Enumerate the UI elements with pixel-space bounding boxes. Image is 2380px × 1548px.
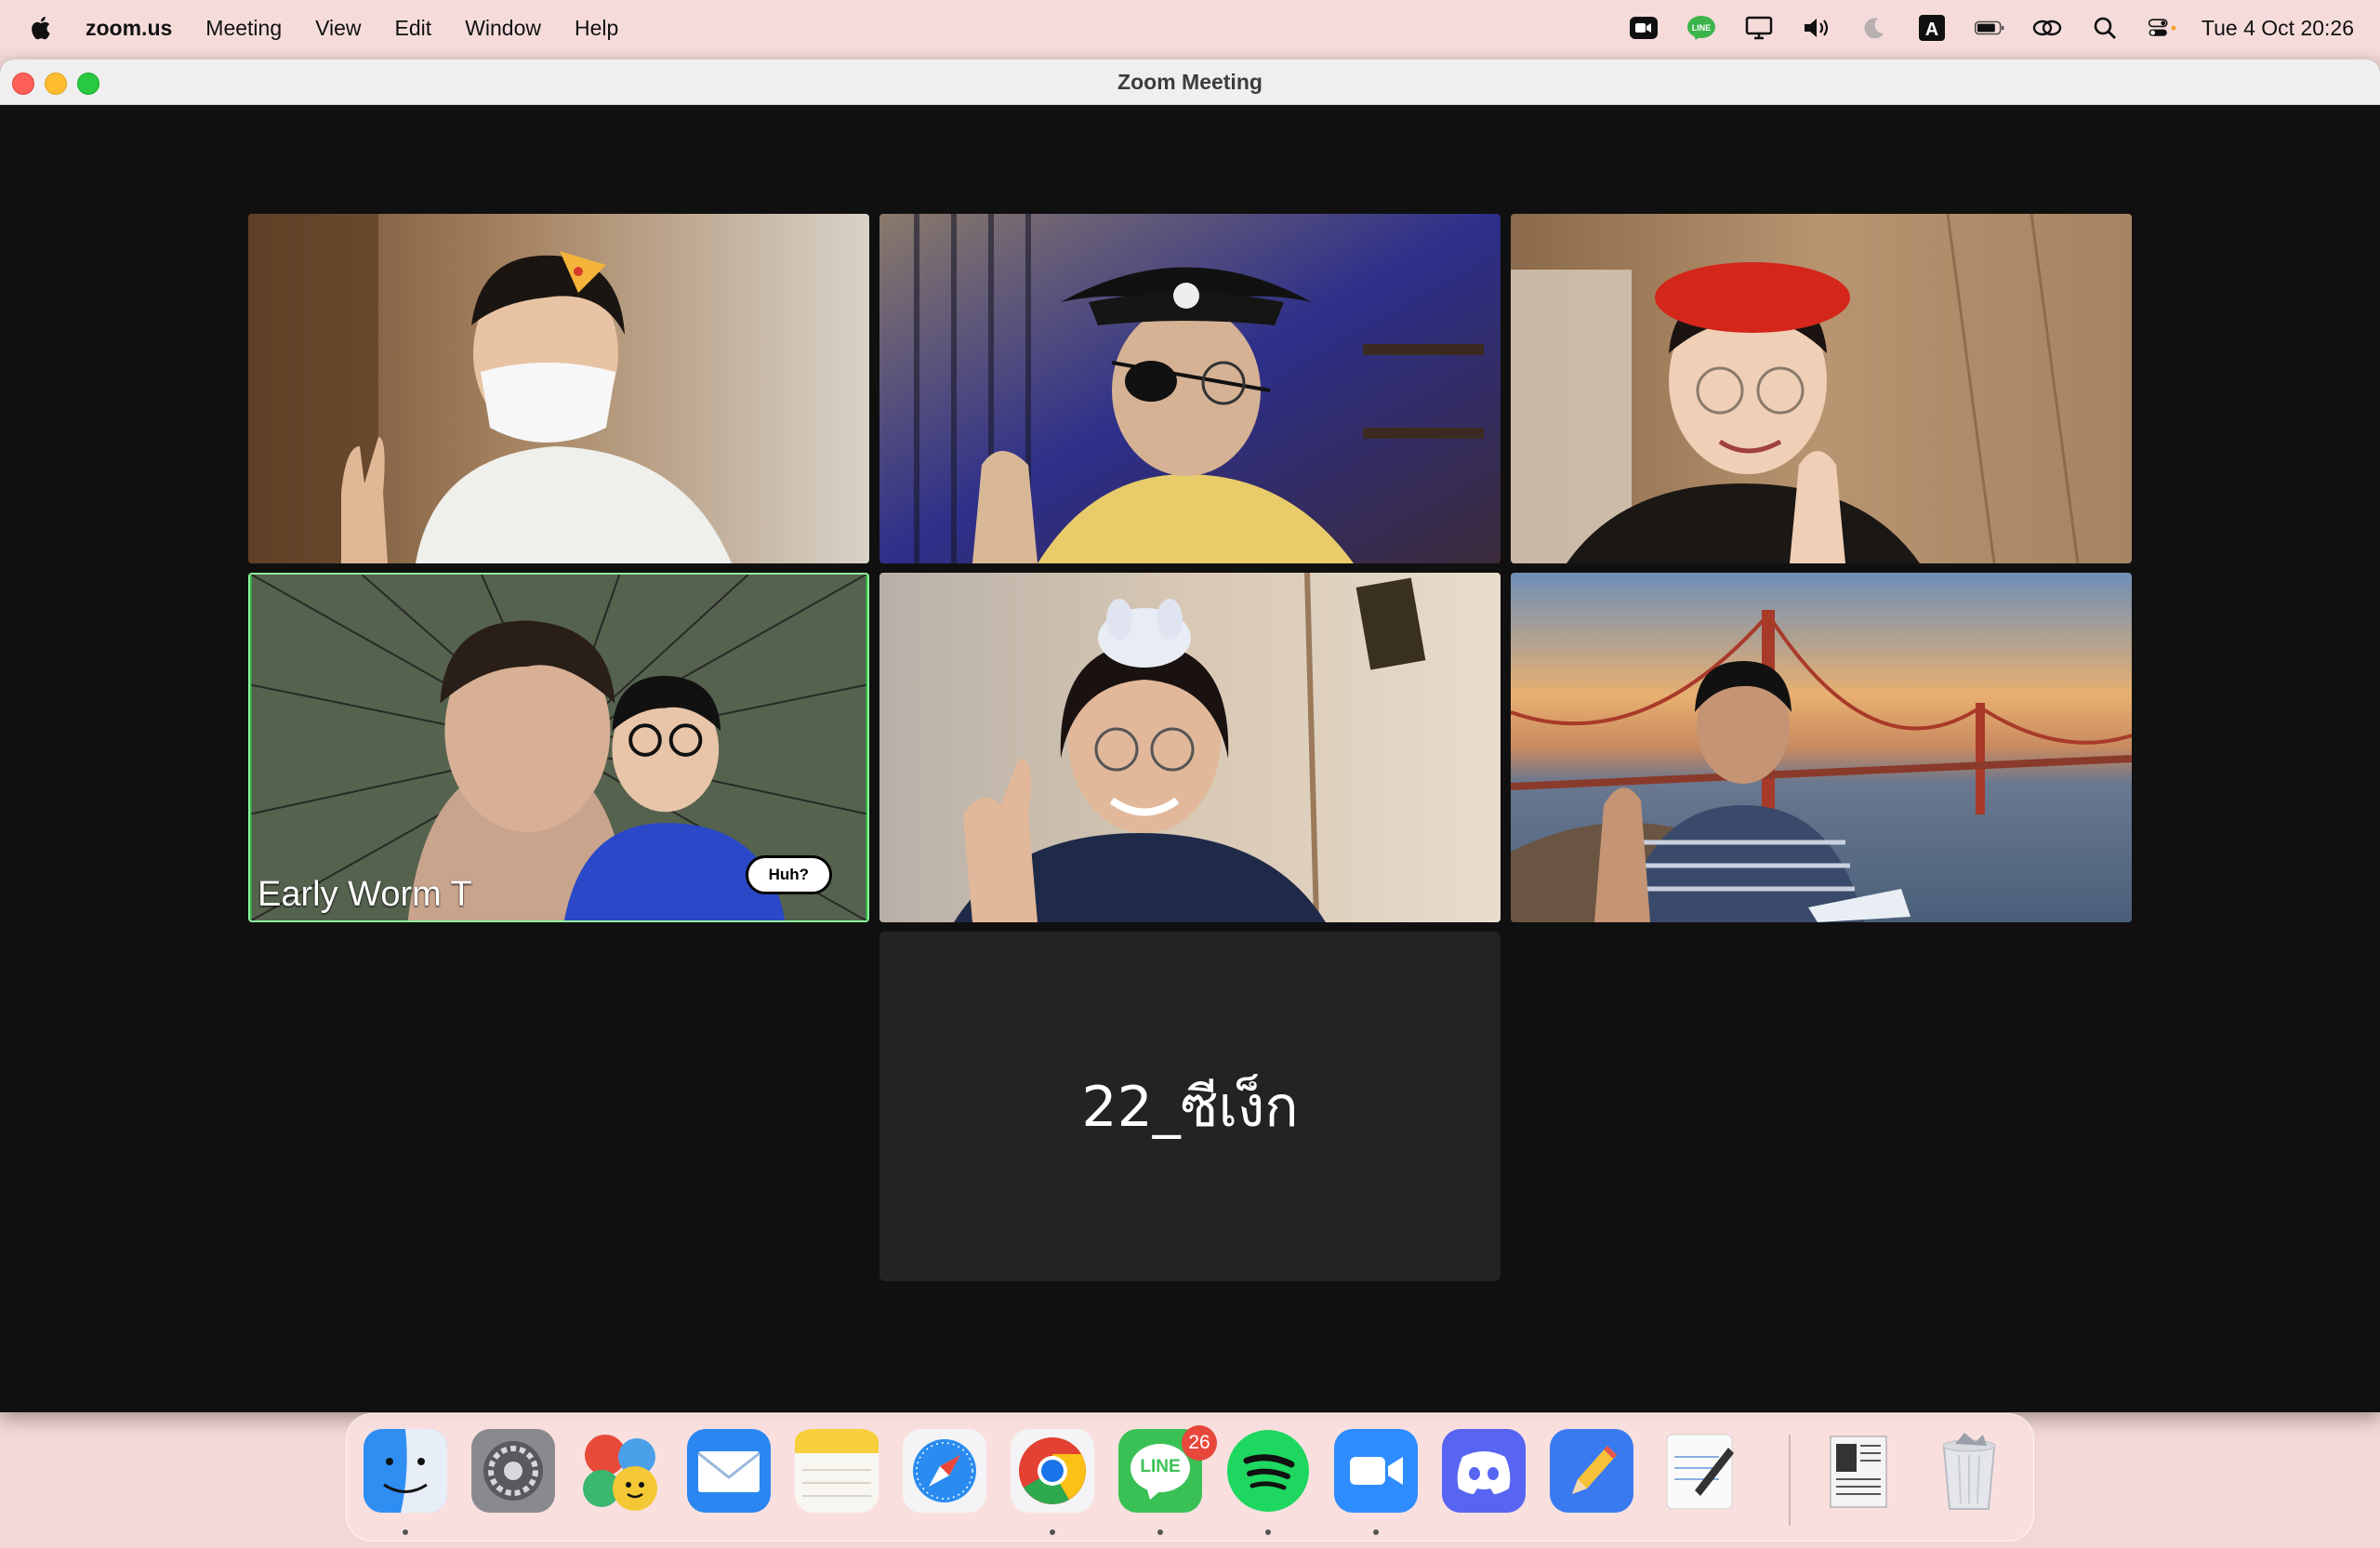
zoom-app-icon[interactable] [1334, 1429, 1418, 1513]
display-icon[interactable] [1744, 13, 1774, 43]
system-preferences-icon[interactable] [471, 1429, 555, 1513]
fullscreen-button[interactable] [77, 73, 99, 95]
zoom-running-dot [1373, 1529, 1379, 1535]
close-button[interactable] [12, 73, 34, 95]
moon-icon[interactable] [1859, 13, 1889, 43]
apple-logo-icon[interactable] [28, 14, 56, 42]
zoom-window: Zoom Meeting Early Worm T Huh? 22_ซีเง็ก [0, 60, 2380, 1412]
discord-icon[interactable] [1442, 1429, 1526, 1513]
menu-edit[interactable]: Edit [395, 16, 432, 41]
menu-bar: zoom.us Meeting View Edit Window Help LI… [0, 0, 2380, 56]
zoom-status-icon[interactable] [1629, 13, 1659, 43]
participant-video-1[interactable] [248, 214, 869, 563]
control-center-icon[interactable] [2148, 13, 2177, 43]
speech-bubble: Huh? [745, 855, 832, 894]
menu-meeting[interactable]: Meeting [205, 16, 282, 41]
dock: LINE 26 [346, 1413, 2034, 1541]
svg-text:LINE: LINE [1692, 23, 1712, 33]
window-titlebar[interactable]: Zoom Meeting [0, 60, 2380, 105]
line-unread-badge: 26 [1182, 1425, 1217, 1461]
participant-video-3[interactable] [1511, 214, 2132, 563]
search-icon[interactable] [2090, 13, 2120, 43]
video-frame-pirate [879, 214, 1501, 563]
volume-icon[interactable] [1802, 13, 1831, 43]
safari-icon[interactable] [903, 1429, 986, 1513]
svg-text:A: A [1925, 20, 1938, 40]
line-icon-label: LINE [1140, 1457, 1181, 1476]
notes-icon[interactable] [795, 1429, 879, 1513]
video-frame-golden-gate [1511, 573, 2132, 922]
finder-running-dot [403, 1529, 408, 1535]
chrome-running-dot [1050, 1529, 1055, 1535]
line-status-icon[interactable]: LINE [1686, 13, 1716, 43]
menubar-clock[interactable]: Tue 4 Oct 20:26 [2202, 16, 2354, 41]
menu-view[interactable]: View [315, 16, 361, 41]
battery-icon[interactable] [1974, 13, 2004, 43]
participant-display-name: 22_ซีเง็ก [1081, 1074, 1299, 1140]
menu-help[interactable]: Help [575, 16, 618, 41]
chrome-icon[interactable] [1011, 1429, 1094, 1513]
mail-icon[interactable] [687, 1429, 771, 1513]
line-running-dot [1157, 1529, 1163, 1535]
participant-video-4[interactable]: Early Worm T Huh? [248, 573, 869, 922]
spotify-running-dot [1265, 1529, 1271, 1535]
menu-app-name[interactable]: zoom.us [86, 16, 172, 41]
video-frame-party-hat [248, 214, 869, 563]
video-frame-beret [1511, 214, 2132, 563]
textedit-icon[interactable] [1658, 1429, 1741, 1513]
link-icon[interactable] [2032, 13, 2062, 43]
minimize-button[interactable] [45, 73, 67, 95]
menu-window[interactable]: Window [465, 16, 541, 41]
dock-separator [1789, 1435, 1791, 1526]
participant-video-5[interactable] [879, 573, 1501, 922]
gallery-view: Early Worm T Huh? 22_ซีเง็ก [0, 105, 2380, 1412]
status-area: LINE A Tue 4 Oct 20:26 [1601, 0, 2354, 56]
participant-video-2[interactable] [879, 214, 1501, 563]
spotify-icon[interactable] [1226, 1429, 1310, 1513]
participant-video-off-tile[interactable]: 22_ซีเง็ก [879, 932, 1501, 1281]
video-frame-bunny-headband [879, 573, 1501, 922]
pages-icon[interactable] [1550, 1429, 1633, 1513]
window-title: Zoom Meeting [1117, 70, 1263, 94]
trash-icon[interactable] [1927, 1429, 2011, 1513]
game-center-icon[interactable] [579, 1429, 663, 1513]
input-source-icon[interactable]: A [1917, 13, 1947, 43]
participant-video-6[interactable] [1511, 573, 2132, 922]
news-document-icon[interactable] [1819, 1429, 1903, 1513]
finder-icon[interactable] [364, 1429, 447, 1513]
participant-name-label: Early Worm T [258, 875, 472, 914]
